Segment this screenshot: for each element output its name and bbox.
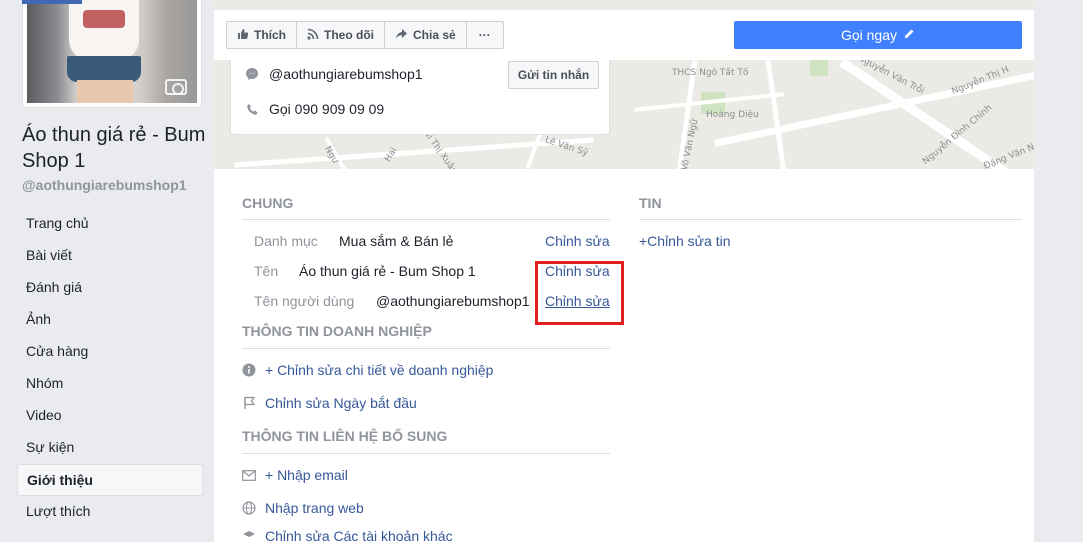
contact-card: @aothungiarebumshop1 Gửi tin nhắn Gọi 09… xyxy=(230,60,610,135)
nav-item-about[interactable]: Giới thiệu xyxy=(17,464,203,496)
category-value: Mua sắm & Bán lẻ xyxy=(339,233,454,249)
add-website-link[interactable]: Nhập trang web xyxy=(265,500,364,516)
phone-row: Gọi 090 909 09 09 xyxy=(245,101,384,117)
nav-item-reviews[interactable]: Đánh giá xyxy=(17,272,203,304)
like-button[interactable]: Thích xyxy=(227,22,297,48)
edit-start-date-link[interactable]: Chỉnh sửa Ngày bắt đầu xyxy=(265,395,417,411)
send-message-button[interactable]: Gửi tin nhắn xyxy=(508,61,599,89)
map-park xyxy=(810,60,828,76)
page-username[interactable]: @aothungiarebumshop1 xyxy=(22,177,187,193)
messenger-handle: @aothungiarebumshop1 xyxy=(269,66,423,82)
edit-business-details-link[interactable]: + Chỉnh sửa chi tiết về doanh nghiệp xyxy=(265,362,493,378)
flag-icon xyxy=(242,396,256,410)
phone-label[interactable]: Gọi 090 909 09 09 xyxy=(269,101,384,117)
news-heading: TIN xyxy=(639,195,662,211)
highlight-box xyxy=(535,261,624,325)
thumbs-up-icon xyxy=(237,28,249,43)
photo-shorts xyxy=(67,56,141,82)
edit-news-link[interactable]: +Chỉnh sửa tin xyxy=(639,233,730,249)
share-arrow-icon xyxy=(395,28,408,43)
profile-photo xyxy=(27,0,197,103)
right-gutter xyxy=(1034,0,1083,542)
profile-picture[interactable] xyxy=(22,0,202,108)
page-title: Áo thun giá rẻ - Bum Shop 1 xyxy=(22,124,206,172)
add-email-link[interactable]: + Nhập email xyxy=(265,467,348,483)
map-road xyxy=(765,60,788,169)
share-label: Chia sẻ xyxy=(413,28,456,42)
nav-item-videos[interactable]: Video xyxy=(17,400,203,432)
business-divider xyxy=(242,348,610,349)
profile-accent-bar xyxy=(22,0,82,4)
add-website-row[interactable]: Nhập trang web xyxy=(242,500,364,516)
category-label: Danh mục xyxy=(254,233,318,249)
nav-item-events[interactable]: Sự kiện xyxy=(17,432,203,464)
map-label: THCS Ngô Tất Tố xyxy=(672,68,749,78)
action-buttons: Thích Theo dõi Chia sẻ ··· xyxy=(226,21,504,49)
general-heading: CHUNG xyxy=(242,195,294,211)
left-column: Áo thun giá rẻ - Bum Shop 1 @aothungiare… xyxy=(0,0,214,542)
share-button[interactable]: Chia sẻ xyxy=(385,22,467,48)
pencil-icon[interactable] xyxy=(903,27,915,43)
business-heading: THÔNG TIN DOANH NGHIỆP xyxy=(242,323,432,339)
nav-item-photos[interactable]: Ảnh xyxy=(17,304,203,336)
page-nav: Trang chủ Bài viết Đánh giá Ảnh Cửa hàng… xyxy=(17,208,203,528)
nav-item-shop[interactable]: Cửa hàng xyxy=(17,336,203,368)
main-panel: THCS Ngô Tất Tố Nguyễn Văn Trỗi Nguyễn T… xyxy=(214,0,1034,542)
add-email-row[interactable]: + Nhập email xyxy=(242,467,348,483)
map-label: Hai xyxy=(383,146,400,164)
username-value: @aothungiarebumshop1 xyxy=(376,293,530,309)
map-label: Hoàng Diệu xyxy=(706,110,759,120)
nav-item-posts[interactable]: Bài viết xyxy=(17,240,203,272)
other-accounts-row[interactable]: Chỉnh sửa Các tài khoản khác xyxy=(242,528,453,542)
info-icon xyxy=(242,363,256,377)
name-value: Áo thun giá rẻ - Bum Shop 1 xyxy=(299,263,476,279)
extra-contact-divider xyxy=(242,453,610,454)
phone-icon xyxy=(245,102,259,116)
call-now-button[interactable]: Gọi ngay xyxy=(734,21,1022,49)
camera-icon[interactable] xyxy=(165,79,187,95)
map-road xyxy=(234,137,594,168)
globe-icon xyxy=(242,501,256,515)
follow-label: Theo dõi xyxy=(324,28,374,42)
nav-item-likes[interactable]: Lượt thích xyxy=(17,496,203,528)
nav-item-home[interactable]: Trang chủ xyxy=(17,208,203,240)
edit-category-link[interactable]: Chỉnh sửa xyxy=(545,233,610,249)
general-divider xyxy=(242,219,610,220)
edit-business-details-row[interactable]: + Chỉnh sửa chi tiết về doanh nghiệp xyxy=(242,362,493,378)
map-label: Đặng Văn Ngữ xyxy=(982,138,1034,169)
like-label: Thích xyxy=(254,28,286,42)
rss-icon xyxy=(307,28,319,43)
layers-icon xyxy=(242,529,256,542)
call-now-label: Gọi ngay xyxy=(840,27,898,43)
photo-shirt xyxy=(69,0,139,60)
photo-legs xyxy=(77,80,133,103)
photo-shirt-print xyxy=(83,10,125,28)
edit-start-date-row[interactable]: Chỉnh sửa Ngày bắt đầu xyxy=(242,395,417,411)
other-accounts-link[interactable]: Chỉnh sửa Các tài khoản khác xyxy=(265,528,453,542)
follow-button[interactable]: Theo dõi xyxy=(297,22,385,48)
messenger-row: @aothungiarebumshop1 xyxy=(245,66,423,82)
name-label: Tên xyxy=(254,263,279,279)
news-divider xyxy=(639,219,1022,220)
nav-item-groups[interactable]: Nhóm xyxy=(17,368,203,400)
page-action-bar: Thích Theo dõi Chia sẻ ··· Gọi ngay xyxy=(214,10,1034,60)
extra-contact-heading: THÔNG TIN LIÊN HỆ BỔ SUNG xyxy=(242,428,448,444)
messenger-icon xyxy=(245,67,259,81)
username-label: Tên người dùng xyxy=(254,293,355,309)
envelope-icon xyxy=(242,468,256,482)
more-button[interactable]: ··· xyxy=(467,22,503,48)
